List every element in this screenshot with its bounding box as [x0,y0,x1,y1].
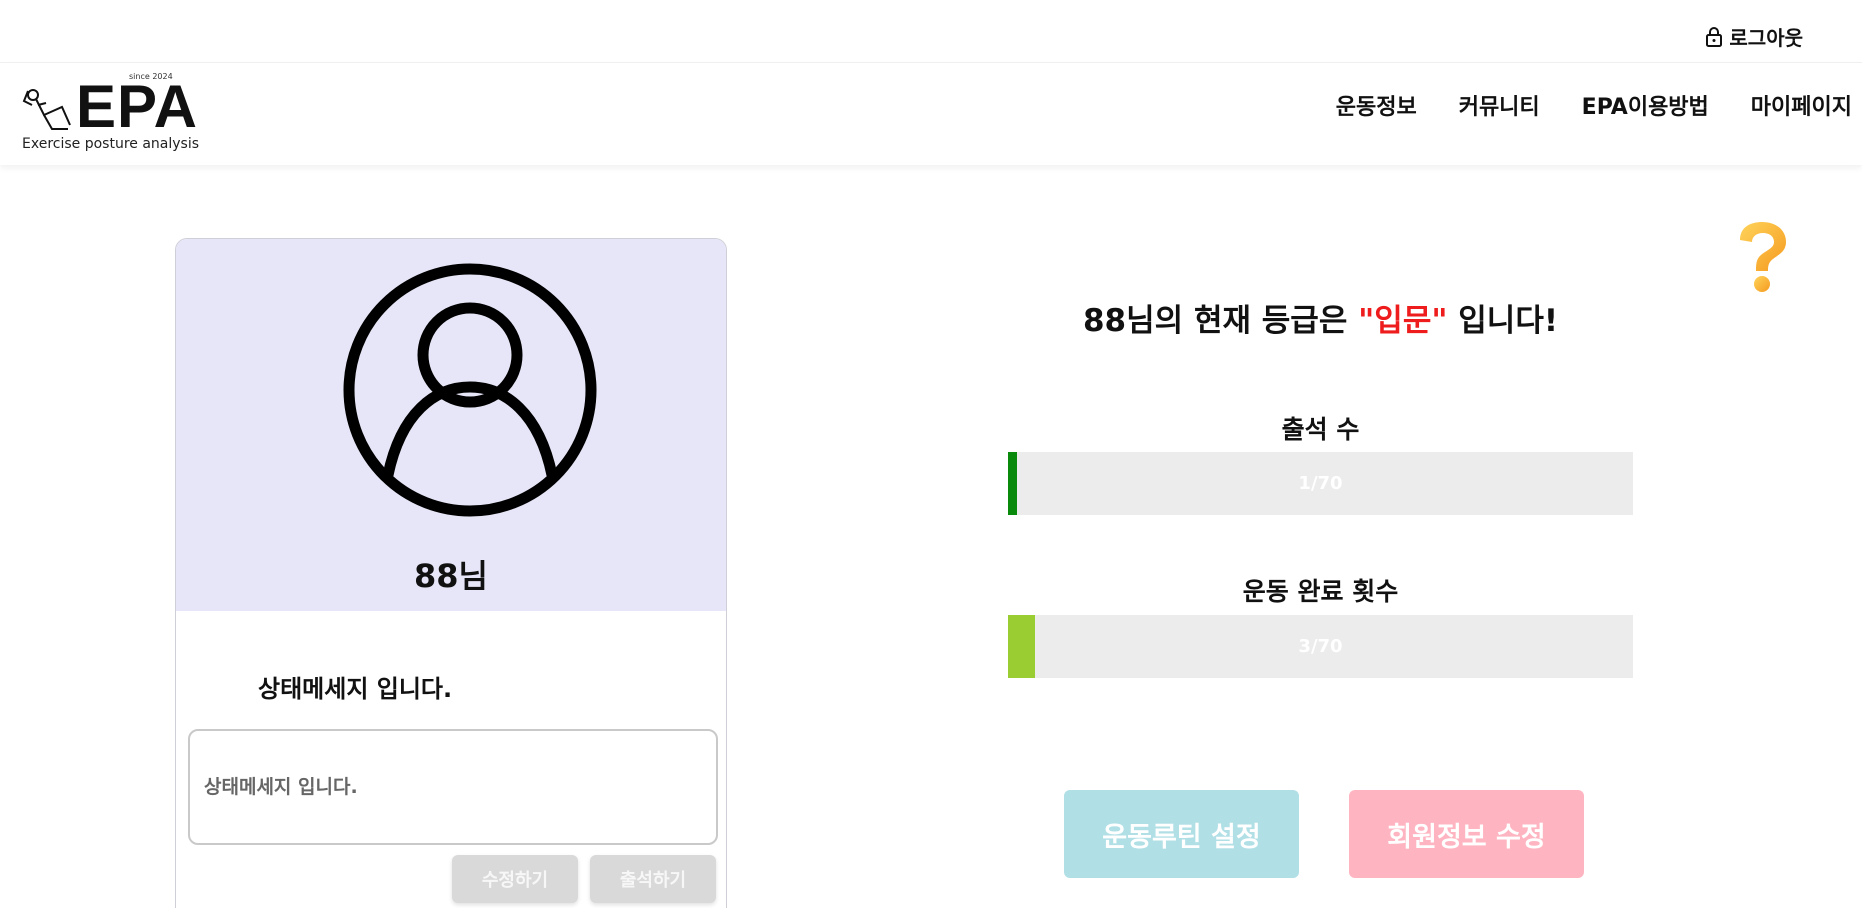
logo-brand: EPA [76,73,198,140]
edit-status-button[interactable]: 수정하기 [452,855,578,903]
status-message: 상태메세지 입니다. [258,675,453,703]
main-nav: 운동정보 커뮤니티 EPA이용방법 마이페이지 [1336,89,1852,121]
status-message-input[interactable] [188,729,718,845]
situp-figure-icon [22,89,71,130]
nav-item-community[interactable]: 커뮤니티 [1459,89,1540,121]
routine-settings-button[interactable]: 운동루틴 설정 [1064,790,1299,878]
grade-prefix: 88님의 현재 등급은 [1082,303,1359,339]
epa-logo[interactable]: since 2024 EPA Exercise posture analysis [20,69,199,157]
profile-nickname: 88님 [414,557,488,595]
grade-suffix: 입니다! [1447,303,1558,339]
question-mark-icon[interactable] [1734,220,1790,294]
workout-count-label: 운동 완료 횟수 [1242,577,1399,606]
lock-icon [1706,26,1723,47]
attendance-progress-bar: 1/70 [1008,452,1633,515]
top-bar: 로그아웃 [0,0,1862,63]
nav-item-mypage[interactable]: 마이페이지 [1751,89,1852,121]
attendance-progress-text: 1/70 [1298,473,1343,494]
nav-item-how-to-use[interactable]: EPA이용방법 [1582,89,1709,121]
profile-card-header: 88님 [176,239,726,611]
grade-headline: 88님의 현재 등급은 "입문" 입니다! [1008,295,1633,340]
edit-member-info-button[interactable]: 회원정보 수정 [1349,790,1584,878]
user-avatar-icon [343,263,597,517]
logo-tagline: Exercise posture analysis [22,136,200,152]
attendance-button[interactable]: 출석하기 [590,855,716,903]
workout-progress-text: 3/70 [1298,636,1343,657]
attendance-label: 출석 수 [1281,415,1360,444]
main-header: since 2024 EPA Exercise posture analysis… [0,63,1862,165]
logout-link[interactable]: 로그아웃 [1705,22,1803,51]
workout-progress-bar: 3/70 [1008,615,1633,678]
logout-label: 로그아웃 [1729,26,1803,50]
profile-card: 88님 상태메세지 입니다. 수정하기 출석하기 [175,238,727,908]
grade-level: "입문" [1358,303,1448,339]
nav-item-exercise-info[interactable]: 운동정보 [1336,89,1417,121]
